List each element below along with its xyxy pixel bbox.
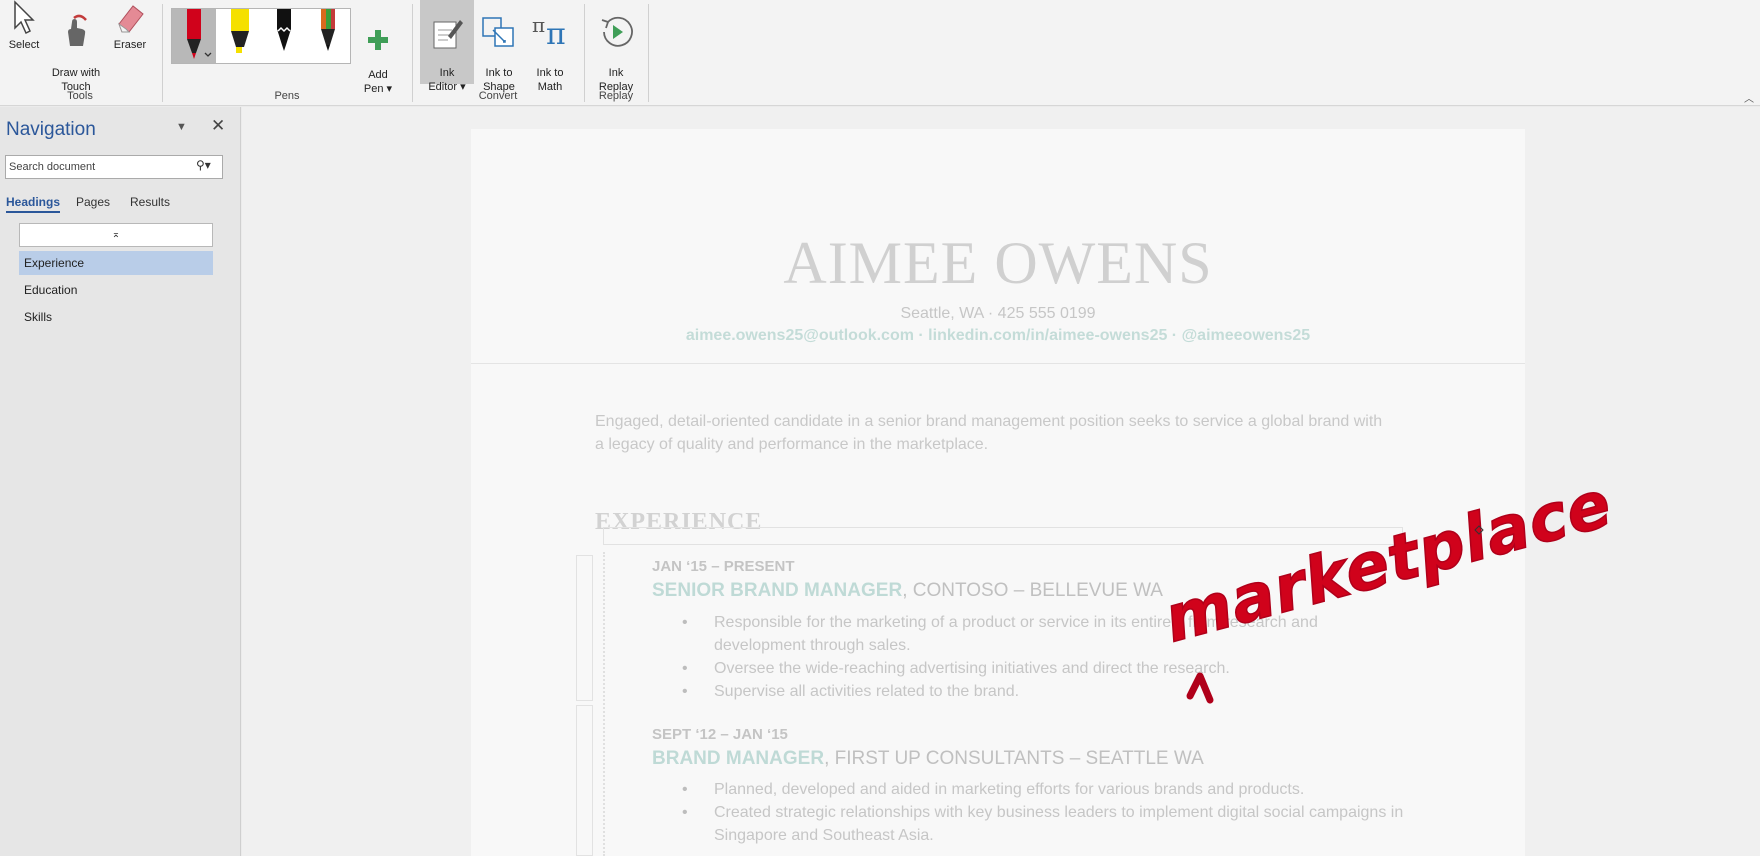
job-bullets: Responsible for the marketing of a produ… [652, 611, 1412, 703]
tools-group: Select Draw with Touch Eraser Tools [0, 0, 160, 106]
ribbon: Select Draw with Touch Eraser Tools Pens [0, 0, 1760, 106]
ink-to-shape-icon [482, 17, 514, 47]
tab-pages[interactable]: Pages [76, 195, 110, 209]
document-page[interactable]: AIMEE OWENS Seattle, WA · 425 555 0199 a… [471, 129, 1525, 856]
convert-group: Ink Editor ▾ Ink to Shape ππ Ink to Math… [413, 0, 583, 106]
pane-options-icon[interactable]: ▼ [176, 121, 187, 133]
yellow-highlighter-icon [231, 9, 249, 53]
replay-group-label: Replay [598, 90, 634, 102]
contact-line: Seattle, WA · 425 555 0199 [900, 305, 1096, 322]
ribbon-separator [648, 4, 649, 102]
replay-icon [601, 16, 633, 47]
content-control-handle[interactable] [576, 555, 593, 701]
job-bullets: Planned, developed and aided in marketin… [652, 778, 1412, 847]
navigation-title: Navigation [6, 119, 96, 140]
plus-icon [368, 30, 388, 50]
galaxy-pen[interactable] [306, 9, 350, 63]
job-dates: JAN ‘15 – PRESENT [652, 558, 795, 575]
heading-item-education[interactable]: Education [19, 278, 213, 302]
header-divider [471, 363, 1525, 364]
ink-replay-button[interactable]: Ink Replay [590, 0, 642, 94]
navigation-pane: Navigation ▼ ✕ ⚲▾ Headings Pages Results… [0, 107, 241, 856]
list-item: Supervise all activities related to the … [652, 680, 1412, 703]
job-dates: SEPT ‘12 – JAN ‘15 [652, 726, 788, 743]
list-item: Created strategic relationships with key… [652, 801, 1412, 847]
tools-group-label: Tools [67, 90, 93, 102]
repeating-section-guide [603, 552, 605, 856]
pi-math-icon: ππ [532, 14, 566, 50]
svg-text:π: π [532, 14, 545, 37]
job-title: SENIOR BRAND MANAGER, CONTOSO – BELLEVUE… [652, 580, 1163, 602]
resume-name: AIMEE OWENS [783, 230, 1213, 296]
eraser-label: Eraser [113, 39, 147, 51]
section-content-control [603, 527, 1403, 545]
convert-group-label: Convert [478, 90, 518, 102]
select-button[interactable]: Select [4, 0, 44, 52]
close-pane-icon[interactable]: ✕ [211, 116, 225, 136]
list-item: Oversee the wide-reaching advertising in… [652, 657, 1412, 680]
red-pen[interactable] [172, 9, 216, 63]
svg-text:π: π [546, 17, 566, 50]
pen-gallery[interactable] [171, 8, 351, 64]
heading-item-experience[interactable]: Experience [19, 251, 213, 275]
search-document-input[interactable] [5, 155, 223, 179]
tab-headings[interactable]: Headings [6, 195, 61, 213]
draw-with-touch-button[interactable]: Draw with Touch [48, 0, 104, 94]
add-pen-button[interactable]: Add Pen ▾ [358, 14, 398, 96]
black-pen[interactable] [262, 9, 306, 63]
ink-editor-button[interactable]: Ink Editor ▾ [420, 0, 474, 93]
job-title: BRAND MANAGER, FIRST UP CONSULTANTS – SE… [652, 748, 1204, 770]
ink-to-math-button[interactable]: ππ Ink to Math [525, 0, 575, 94]
red-pen-icon [187, 9, 212, 59]
list-item: Responsible for the marketing of a produ… [652, 611, 1412, 657]
job-role: SENIOR BRAND MANAGER [652, 580, 903, 601]
contact-links: aimee.owens25@outlook.com · linkedin.com… [685, 327, 1311, 344]
content-control-handle[interactable] [576, 705, 593, 856]
black-pen-icon [277, 9, 291, 51]
list-item: Planned, developed and aided in marketin… [652, 778, 1412, 801]
select-label: Select [8, 39, 40, 51]
eraser-button[interactable]: Eraser [108, 0, 152, 52]
select-cursor-icon [14, 0, 35, 35]
heading-item-skills[interactable]: Skills [19, 305, 213, 329]
collapse-all-headings-button[interactable]: ⌅ [19, 223, 213, 247]
collapse-ribbon-icon[interactable]: ︿ [1744, 90, 1754, 105]
job-company: , CONTOSO – BELLEVUE WA [902, 580, 1163, 601]
job-role: BRAND MANAGER [652, 748, 825, 769]
objective-paragraph: Engaged, detail-oriented candidate in a … [595, 413, 1383, 453]
add-pen-label: Add Pen ▾ [363, 69, 393, 95]
search-icon[interactable]: ⚲▾ [196, 158, 211, 172]
touch-hand-icon [68, 14, 87, 46]
galaxy-pen-icon [321, 9, 335, 51]
ink-to-shape-button[interactable]: Ink to Shape [477, 0, 521, 94]
tab-results[interactable]: Results [130, 195, 170, 209]
ink-editor-icon [433, 20, 463, 49]
replay-group: Ink Replay Replay [585, 0, 647, 106]
job-company: , FIRST UP CONSULTANTS – SEATTLE WA [824, 748, 1204, 769]
document-area: AIMEE OWENS Seattle, WA · 425 555 0199 a… [242, 107, 1760, 856]
yellow-highlighter[interactable] [218, 9, 262, 63]
eraser-icon [117, 5, 144, 33]
